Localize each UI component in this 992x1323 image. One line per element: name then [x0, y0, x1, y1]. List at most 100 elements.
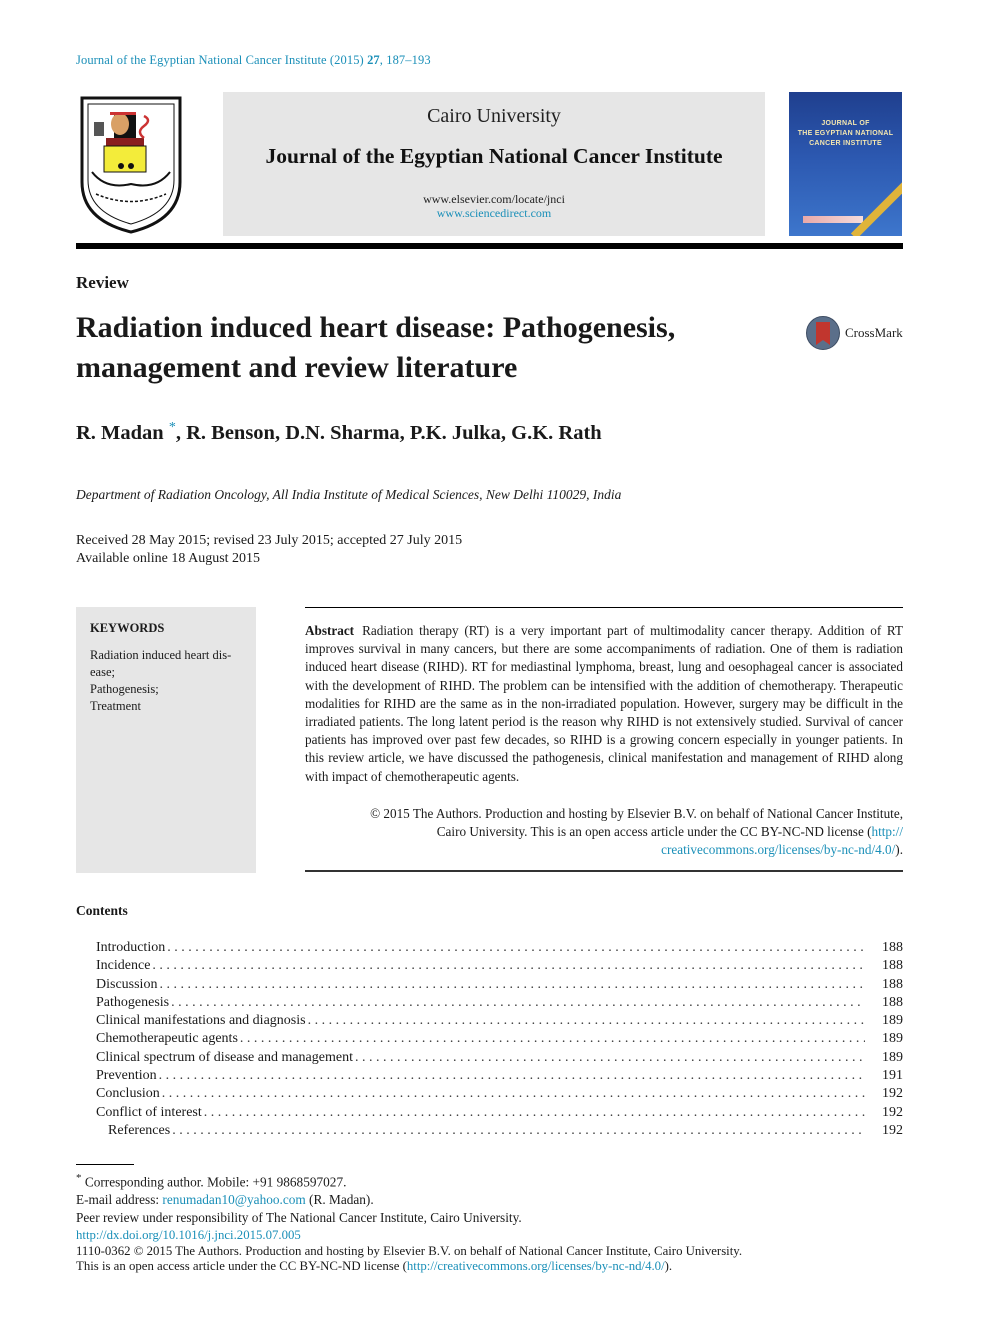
toc-title: Discussion [96, 975, 160, 994]
affiliation: Department of Radiation Oncology, All In… [76, 487, 622, 502]
author-list: R. Madan *, R. Benson, D.N. Sharma, P.K.… [76, 420, 602, 445]
sciencedirect-link[interactable]: www.sciencedirect.com [223, 206, 765, 221]
article-title: Radiation induced heart disease: Pathoge… [76, 311, 676, 384]
toc-title: Pathogenesis [96, 993, 172, 1013]
cover-band [850, 176, 902, 236]
toc-leader [308, 1012, 865, 1030]
abstract-label: Abstract [305, 623, 355, 638]
journal-citation[interactable]: Journal of the Egyptian National Cancer … [76, 53, 431, 68]
toc-entry[interactable]: Clinical spectrum of disease and managem… [96, 1048, 903, 1068]
toc-leader [159, 976, 865, 994]
toc-page: 192 [882, 1086, 903, 1102]
toc-title: Introduction [96, 939, 168, 958]
keyword-item: Radiation induced heart dis-ease; [90, 648, 232, 679]
footnotes: * Corresponding author. Mobile: +91 9868… [76, 1169, 522, 1227]
abstract-copyright: © 2015 The Authors. Production and hosti… [305, 805, 903, 860]
toc-leader [159, 1067, 865, 1085]
copyright-line: © 2015 The Authors. Production and hosti… [370, 806, 903, 821]
email-link[interactable]: renumadan10@yahoo.com [162, 1192, 305, 1207]
toc-title: Prevention [96, 1067, 159, 1086]
toc-entry[interactable]: Pathogenesis 188 [96, 993, 903, 1013]
email-suffix: (R. Madan). [305, 1192, 374, 1208]
cover-title-line: CANCER INSTITUTE [809, 140, 882, 147]
citation-pages: , 187–193 [379, 53, 431, 67]
toc-leader [355, 1049, 865, 1067]
corresponding-author-note: Corresponding author. Mobile: +91 986859… [81, 1174, 347, 1190]
citation-journal: Journal of the Egyptian National Cancer … [76, 53, 364, 67]
toc-entry[interactable]: Discussion 188 [96, 975, 903, 994]
abstract: Abstract Radiation therapy (RT) is a very… [305, 622, 903, 786]
toc-page: 191 [882, 1068, 903, 1084]
toc-entry[interactable]: References 192 [96, 1121, 903, 1141]
corresponding-author-link[interactable]: * [169, 420, 176, 435]
license-close: ). [895, 842, 903, 858]
toc-page: 189 [882, 1013, 903, 1029]
abstract-text: Radiation therapy (RT) is a very importa… [305, 623, 903, 784]
journal-cover-image: JOURNAL OF THE EGYPTIAN NATIONAL CANCER … [789, 92, 902, 236]
toc-page: 188 [882, 940, 903, 955]
license-link[interactable]: creativecommons.org/licenses/by-nc-nd/4.… [661, 842, 895, 857]
crossmark-button[interactable]: CrossMark [806, 316, 906, 352]
toc-title: Conclusion [96, 1085, 162, 1104]
toc-entry[interactable]: Prevention 191 [96, 1067, 903, 1086]
journal-name: Journal of the Egyptian National Cancer … [265, 144, 723, 168]
toc-entry[interactable]: Introduction 188 [96, 939, 903, 958]
license-suffix: ). [664, 1259, 673, 1273]
toc-leader [240, 1030, 865, 1048]
crossmark-label: CrossMark [845, 325, 903, 340]
article-type: Review [76, 273, 129, 292]
keywords-heading: KEYWORDS [90, 621, 165, 635]
license-prefix: This is an open access article under the… [76, 1259, 407, 1273]
toc-leader [171, 994, 865, 1012]
cover-title-line: JOURNAL OF [821, 120, 870, 127]
doi-link[interactable]: http://dx.doi.org/10.1016/j.jnci.2015.07… [76, 1228, 742, 1244]
header-rule [76, 243, 903, 249]
history-dates: Received 28 May 2015; revised 23 July 20… [76, 533, 463, 548]
toc-entry[interactable]: Incidence 188 [96, 957, 903, 976]
toc-title: Incidence [96, 957, 153, 976]
table-of-contents: Introduction 188 Incidence 188 Discussion 1… [96, 939, 903, 1141]
elsevier-url[interactable]: www.elsevier.com/locate/jnci [223, 192, 765, 207]
toc-leader [172, 1122, 865, 1140]
crossmark-icon [806, 316, 840, 350]
toc-page: 188 [882, 958, 903, 974]
contents-heading: Contents [76, 903, 128, 918]
issn-copyright: 1110-0362 © 2015 The Authors. Production… [76, 1243, 743, 1258]
copyright-line: Cairo University. This is an open access… [436, 824, 872, 840]
toc-leader [167, 939, 865, 957]
cover-title-line: THE EGYPTIAN NATIONAL [797, 130, 894, 137]
email-label: E-mail address: [76, 1192, 163, 1208]
university-name: Cairo University [427, 105, 561, 127]
author-first: R. Madan [76, 421, 164, 444]
journal-banner: Cairo University Journal of the Egyptian… [223, 92, 765, 236]
cover-stripe [803, 216, 863, 223]
toc-leader [152, 957, 865, 975]
toc-page: 188 [882, 976, 903, 992]
toc-leader [162, 1085, 865, 1103]
peer-review-note: Peer review under responsibility of The … [76, 1210, 522, 1226]
toc-entry[interactable]: Clinical manifestations and diagnosis 189 [96, 1012, 903, 1031]
keyword-item: Treatment [90, 699, 141, 713]
toc-entry[interactable]: Chemotherapeutic agents 189 [96, 1030, 903, 1049]
author-rest: , R. Benson, D.N. Sharma, P.K. Julka, G.… [175, 421, 602, 444]
keyword-item: Pathogenesis; [90, 682, 159, 696]
article-dates: Received 28 May 2015; revised 23 July 20… [76, 532, 462, 568]
toc-title: Clinical spectrum of disease and managem… [96, 1048, 355, 1068]
toc-title: Conflict of interest [96, 1103, 204, 1122]
online-date: Available online 18 August 2015 [76, 551, 261, 566]
toc-entry[interactable]: Conflict of interest 192 [96, 1103, 903, 1122]
doi-block: http://dx.doi.org/10.1016/j.jnci.2015.07… [76, 1228, 742, 1275]
license-link[interactable]: http:// [871, 824, 903, 839]
toc-title: References [96, 1121, 173, 1141]
abstract-rule-bottom [305, 870, 903, 872]
toc-page: 189 [882, 1031, 903, 1047]
citation-volume: 27 [367, 53, 380, 67]
toc-entry[interactable]: Conclusion 192 [96, 1085, 903, 1104]
toc-page: 192 [882, 1122, 903, 1138]
abstract-rule-top [305, 607, 903, 608]
toc-leader [204, 1104, 865, 1122]
toc-title: Clinical manifestations and diagnosis [96, 1012, 308, 1031]
cairo-university-logo [76, 94, 186, 234]
toc-page: 188 [882, 994, 903, 1010]
license-url-link[interactable]: http://creativecommons.org/licenses/by-n… [407, 1259, 665, 1273]
